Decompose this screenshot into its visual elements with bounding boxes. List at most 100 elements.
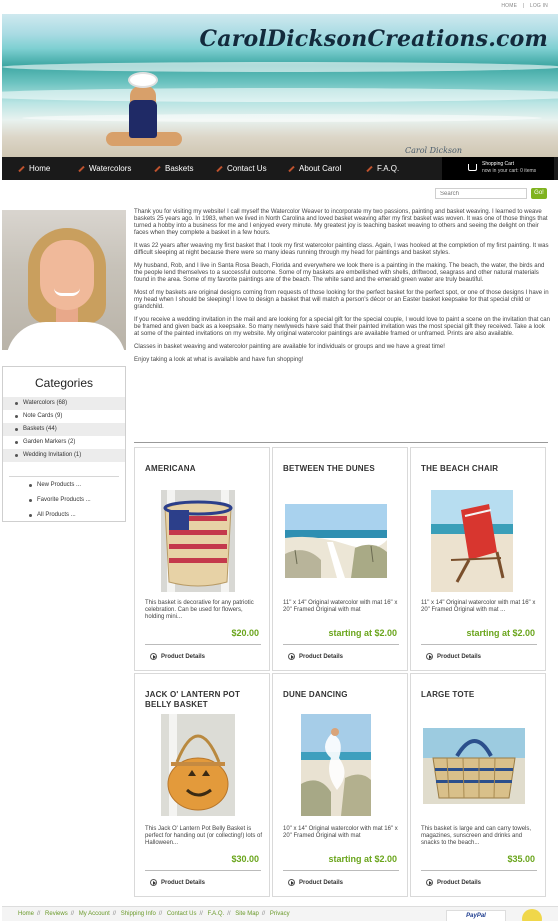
nav-label: Contact Us <box>227 164 267 173</box>
product-title[interactable]: BETWEEN THE DUNES <box>283 464 401 474</box>
nav-item-baskets[interactable]: Baskets <box>154 157 193 180</box>
intro-paragraph: Enjoy taking a look at what is available… <box>134 356 304 363</box>
nav-item-about-carol[interactable]: About Carol <box>288 157 341 180</box>
category-label: Wedding Invitation <box>23 452 73 458</box>
footer-link-reviews[interactable]: Reviews <box>45 911 68 917</box>
product-title[interactable]: LARGE TOTE <box>421 690 539 700</box>
intro-paragraph: My husband, Rob, and I live in Santa Ros… <box>134 262 545 283</box>
main-navigation: Home Watercolors Baskets Contact Us Abou… <box>2 157 558 180</box>
product-card-the-beach-chair[interactable]: THE BEACH CHAIR 11" x 14" Original water… <box>410 447 546 671</box>
footer-link-faq[interactable]: F.A.Q. <box>208 911 225 917</box>
footer-link-shipping-info[interactable]: Shipping Info <box>121 911 156 917</box>
slash-icon <box>18 165 25 173</box>
bullet-icon <box>29 484 32 487</box>
nav-item-home[interactable]: Home <box>18 157 50 180</box>
beach-chair-painting-image[interactable] <box>431 490 513 592</box>
product-title[interactable]: AMERICANA <box>145 464 263 474</box>
footer-link-home[interactable]: Home <box>18 911 34 917</box>
product-description: This Jack O' Lantern Pot Belly Basket is… <box>145 826 263 846</box>
separator: // <box>199 911 203 917</box>
cart-icon <box>468 164 477 171</box>
arrow-right-icon <box>150 879 157 886</box>
separator: // <box>261 911 266 917</box>
top-link-home[interactable]: HOME <box>501 3 517 9</box>
product-title[interactable]: DUNE DANCING <box>283 690 401 700</box>
category-item-watercolors[interactable]: Watercolors (68) <box>3 397 125 410</box>
product-divider <box>421 870 537 871</box>
top-link-separator: | <box>522 3 525 9</box>
slash-icon <box>216 165 223 173</box>
category-label: Baskets <box>23 426 45 432</box>
product-card-americana[interactable]: AMERICANA This basket is decorative for … <box>134 447 270 671</box>
top-link-login[interactable]: LOG IN <box>530 3 548 9</box>
arrow-right-icon <box>288 879 295 886</box>
product-details-link[interactable]: Product Details <box>150 653 205 660</box>
arrow-right-icon <box>426 653 433 660</box>
nav-item-faq[interactable]: F.A.Q. <box>366 157 399 180</box>
product-details-link[interactable]: Product Details <box>288 879 343 886</box>
product-description: 11" x 14" Original watercolor with mat 1… <box>283 600 398 613</box>
category-item-wedding-invitation[interactable]: Wedding Invitation (1) <box>3 449 125 462</box>
footer-link-privacy[interactable]: Privacy <box>270 911 290 917</box>
site-logo-text[interactable]: CarolDicksonCreations.com <box>200 26 548 52</box>
product-card-jack-o-lantern[interactable]: JACK O' LANTERN POT BELLY BASKET This Ja… <box>134 673 270 897</box>
product-title[interactable]: JACK O' LANTERN POT BELLY BASKET <box>145 690 263 710</box>
intro-paragraph: If you receive a wedding invitation in t… <box>134 316 550 337</box>
header-banner[interactable]: CarolDicksonCreations.com Carol Dickson <box>2 14 558 157</box>
product-price: starting at $2.00 <box>328 854 397 864</box>
footer-links: Home// Reviews// My Account// Shipping I… <box>18 911 290 917</box>
shopping-cart[interactable]: Shopping Cart now in your cart: 0 items <box>442 157 554 180</box>
nav-item-contact-us[interactable]: Contact Us <box>216 157 267 180</box>
nav-item-watercolors[interactable]: Watercolors <box>78 157 131 180</box>
categories-heading: Categories <box>34 376 94 390</box>
category-item-garden-markers[interactable]: Garden Markers (2) <box>3 436 125 449</box>
basket-illustration <box>161 714 235 816</box>
slash-icon <box>78 165 85 173</box>
americana-basket-image[interactable] <box>161 490 235 592</box>
product-card-large-tote[interactable]: LARGE TOTE This basket is large and can … <box>410 673 546 897</box>
details-label: Product Details <box>437 880 482 887</box>
footer-link-site-map[interactable]: Site Map <box>235 911 259 917</box>
tote-basket-image[interactable] <box>423 728 525 804</box>
arrow-right-icon <box>426 879 433 886</box>
product-price: starting at $2.00 <box>328 628 397 638</box>
bullet-icon <box>15 454 18 457</box>
bullet-icon <box>15 415 18 418</box>
product-card-between-the-dunes[interactable]: BETWEEN THE DUNES 11" x 14" Original wat… <box>272 447 408 671</box>
slash-icon <box>366 165 373 173</box>
category-item-baskets[interactable]: Baskets (44) <box>3 423 125 436</box>
product-description: 11" x 14" Original watercolor with mat 1… <box>421 600 536 613</box>
search-input[interactable] <box>435 188 527 199</box>
pumpkin-basket-image[interactable] <box>161 714 235 816</box>
separator: // <box>37 911 41 917</box>
photo-face <box>40 240 94 310</box>
painting-illustration <box>431 490 513 592</box>
new-products-link[interactable]: New Products ... <box>3 478 125 493</box>
dune-dancing-painting-image[interactable] <box>301 714 371 816</box>
separator: // <box>158 911 163 917</box>
favorite-products-link[interactable]: Favorite Products ... <box>3 493 125 508</box>
footer-link-my-account[interactable]: My Account <box>79 911 110 917</box>
intro-paragraph: Thank you for visiting my website! I cal… <box>134 208 548 236</box>
wave-decoration <box>22 114 542 122</box>
artist-signature: Carol Dickson <box>404 146 462 155</box>
basket-illustration <box>423 728 525 804</box>
category-count: (44) <box>46 426 57 432</box>
category-label: Garden Markers <box>23 439 67 445</box>
category-count: (2) <box>68 439 76 445</box>
category-count: (9) <box>55 413 63 419</box>
product-details-link[interactable]: Product Details <box>150 879 205 886</box>
search-button[interactable]: Go! <box>531 188 547 199</box>
dunes-painting-image[interactable] <box>285 504 387 578</box>
category-item-note-cards[interactable]: Note Cards (9) <box>3 410 125 423</box>
product-details-link[interactable]: Product Details <box>426 653 481 660</box>
all-products-link[interactable]: All Products ... <box>3 508 125 523</box>
paypal-badge[interactable]: PayPal <box>446 910 506 921</box>
footer-link-contact-us[interactable]: Contact Us <box>167 911 197 917</box>
product-card-dune-dancing[interactable]: DUNE DANCING 10" x 14" Original watercol… <box>272 673 408 897</box>
product-details-link[interactable]: Product Details <box>288 653 343 660</box>
product-title[interactable]: THE BEACH CHAIR <box>421 464 539 474</box>
bullet-icon <box>15 402 18 405</box>
product-price: $20.00 <box>231 628 259 638</box>
product-details-link[interactable]: Product Details <box>426 879 481 886</box>
